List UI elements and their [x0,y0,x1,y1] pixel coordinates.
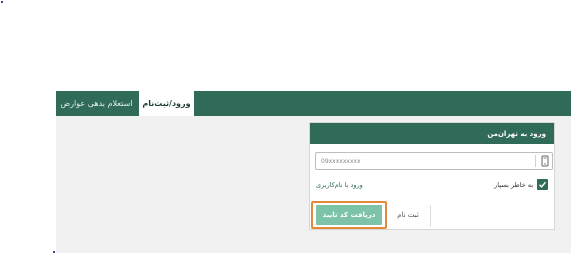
phone-field-separator [535,155,536,167]
phone-field[interactable] [315,152,553,170]
login-card-title: ورود به تهران‌من [310,123,554,144]
corner-dot [1,1,3,3]
tab-bar: ورود/ثبت‌نام استعلام بدهی عوارض [56,91,571,116]
check-icon [539,181,547,188]
phone-input[interactable] [316,153,531,169]
phone-icon [541,155,549,167]
remember-label: به خاطر بسپار [494,180,533,189]
get-verification-code-button[interactable]: دریافت کد تایید [316,205,382,225]
remember-checkbox[interactable] [537,179,548,190]
tab-login-register[interactable]: ورود/ثبت‌نام [139,91,194,116]
button-divider [430,205,431,227]
register-button[interactable]: ثبت نام [390,205,426,225]
login-card: ورود به تهران‌من به خاطر بسپار ورود با ن… [309,122,555,230]
login-with-username-link[interactable]: ورود با نام‌کاربری [316,181,363,189]
tab-toll-debt-inquiry[interactable]: استعلام بدهی عوارض [56,91,137,116]
remember-me[interactable]: به خاطر بسپار [494,179,548,190]
